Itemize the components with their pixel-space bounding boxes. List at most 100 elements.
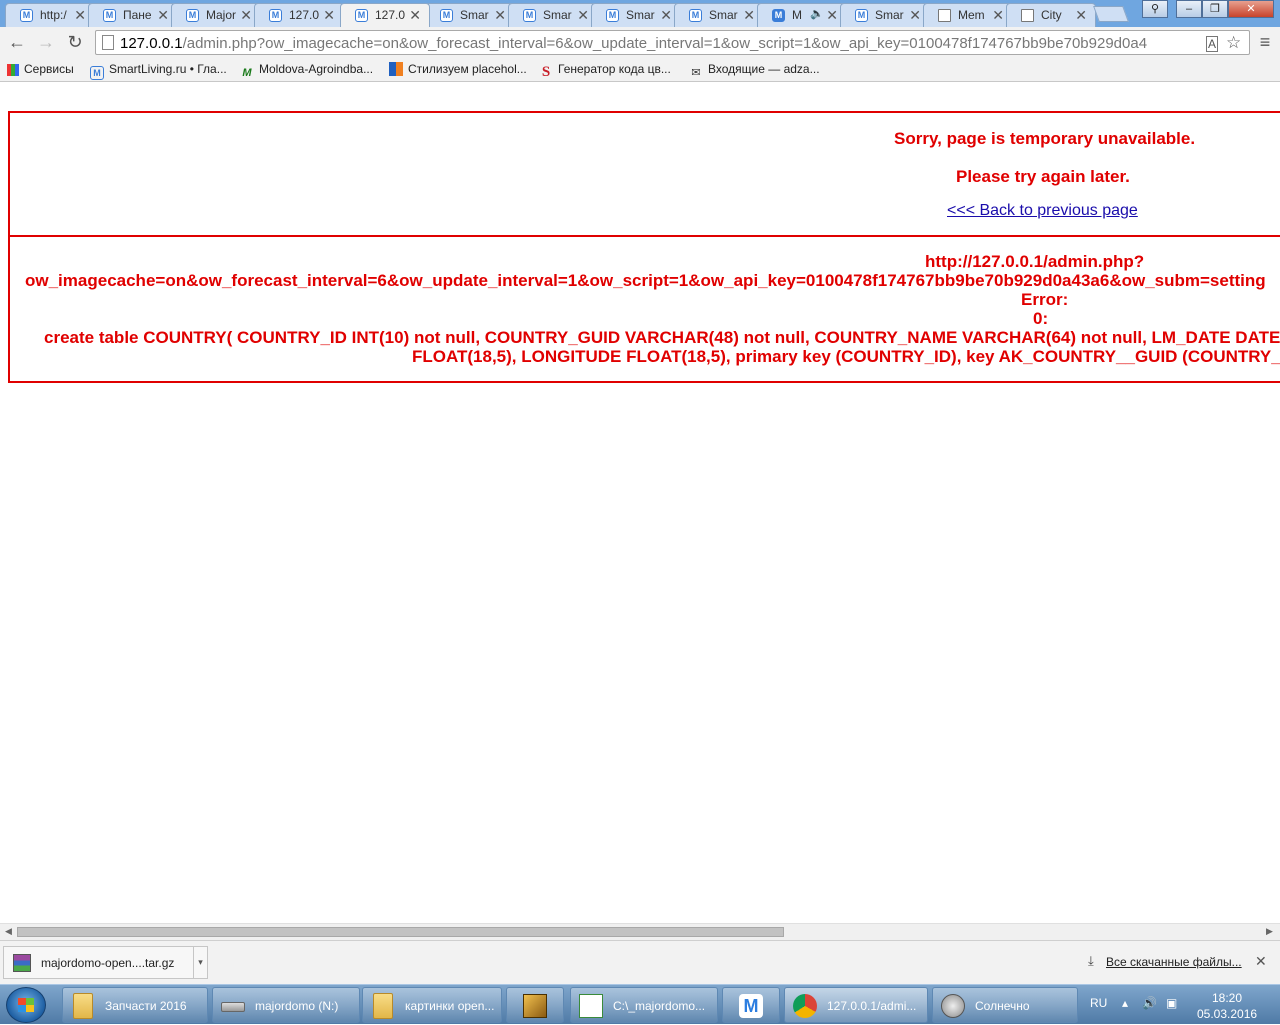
reload-icon[interactable]: ↻ bbox=[64, 32, 86, 54]
error-box-message: Sorry, page is temporary unavailable. Pl… bbox=[8, 111, 1280, 237]
url-text[interactable]: 127.0.0.1/admin.php?ow_imagecache=on&ow_… bbox=[120, 35, 1202, 53]
user-icon[interactable]: ⚲ bbox=[1142, 0, 1168, 18]
tab-title: Major bbox=[206, 8, 237, 22]
address-bar[interactable]: 127.0.0.1/admin.php?ow_imagecache=on&ow_… bbox=[95, 30, 1250, 55]
tab-2[interactable]: M Пане ✕ bbox=[88, 3, 178, 27]
notepad-icon bbox=[579, 994, 603, 1018]
volume-icon[interactable]: 🔊 bbox=[1142, 996, 1157, 1010]
tab-title: City bbox=[1041, 8, 1062, 22]
tab-7[interactable]: M Smar ✕ bbox=[508, 3, 598, 27]
tab-1[interactable]: M http:/ ✕ bbox=[5, 3, 95, 27]
close-window-button[interactable]: ✕ bbox=[1228, 0, 1274, 18]
download-item[interactable]: majordomo-open....tar.gz ▾ bbox=[3, 946, 208, 979]
bookmark-inbox[interactable]: ✉ Входящие — adza... bbox=[689, 62, 819, 79]
error-label: Error: bbox=[1021, 290, 1069, 309]
download-shelf: majordomo-open....tar.gz ▾ ⤓ Все скачанн… bbox=[0, 940, 1280, 984]
bookmark-label: SmartLiving.ru • Гла... bbox=[109, 62, 227, 76]
network-icon[interactable]: ▣ bbox=[1166, 996, 1177, 1010]
system-tray: RU ▴ 🔊 ▣ 18:20 05.03.2016 bbox=[1082, 985, 1280, 1025]
tab-9[interactable]: M Smar ✕ bbox=[674, 3, 764, 27]
close-icon[interactable]: ✕ bbox=[1255, 953, 1267, 970]
tab-11[interactable]: M Smar ✕ bbox=[840, 3, 930, 27]
folder-icon bbox=[73, 993, 93, 1019]
m-favicon-icon: M bbox=[689, 9, 702, 22]
tab-close-icon[interactable]: ✕ bbox=[743, 7, 755, 24]
apps-icon bbox=[7, 64, 19, 76]
app-icon bbox=[523, 994, 547, 1018]
bookmark-services[interactable]: Сервисы bbox=[7, 62, 74, 78]
scroll-left-icon[interactable]: ◀ bbox=[5, 926, 12, 937]
language-indicator[interactable]: RU bbox=[1090, 996, 1107, 1010]
minimize-button[interactable]: – bbox=[1176, 0, 1202, 18]
taskbar-item-majordomo[interactable]: M bbox=[722, 987, 780, 1023]
tab-10[interactable]: M M 🔈 ✕ bbox=[757, 3, 847, 27]
tab-close-icon[interactable]: ✕ bbox=[157, 7, 169, 24]
page-content: Sorry, page is temporary unavailable. Pl… bbox=[0, 83, 1280, 923]
m-favicon-icon: M bbox=[440, 9, 453, 22]
tab-title: Smar bbox=[709, 8, 738, 22]
translate-icon[interactable]: A bbox=[1206, 36, 1219, 52]
clock-date[interactable]: 05.03.2016 bbox=[1197, 1007, 1257, 1021]
scrollbar-thumb[interactable] bbox=[17, 927, 784, 937]
sql-line-2: FLOAT(18,5), LONGITUDE FLOAT(18,5), prim… bbox=[412, 347, 1280, 366]
tab-close-icon[interactable]: ✕ bbox=[323, 7, 335, 24]
tab-close-icon[interactable]: ✕ bbox=[826, 7, 838, 24]
bookmark-placeholder[interactable]: Стилизуем placehol... bbox=[389, 62, 527, 78]
taskbar-item-weather[interactable]: Солнечно bbox=[932, 987, 1078, 1023]
speaker-icon[interactable]: 🔈 bbox=[810, 7, 824, 20]
tab-close-icon[interactable]: ✕ bbox=[660, 7, 672, 24]
taskbar-label: Запчасти 2016 bbox=[105, 999, 187, 1013]
tab-12[interactable]: Mem ✕ bbox=[923, 3, 1013, 27]
new-tab-button[interactable] bbox=[1093, 6, 1129, 22]
bookmark-label: Генератор кода цв... bbox=[558, 62, 671, 76]
tab-close-icon[interactable]: ✕ bbox=[74, 7, 86, 24]
tab-13[interactable]: City ✕ bbox=[1006, 3, 1096, 27]
taskbar-label: Солнечно bbox=[975, 999, 1030, 1013]
scroll-right-icon[interactable]: ▶ bbox=[1266, 926, 1273, 937]
error-url-line-1: http://127.0.0.1/admin.php? bbox=[925, 252, 1145, 271]
back-to-previous-page-link[interactable]: <<< Back to previous page bbox=[947, 202, 1138, 220]
tab-close-icon[interactable]: ✕ bbox=[577, 7, 589, 24]
clock-time[interactable]: 18:20 bbox=[1212, 991, 1242, 1005]
start-button[interactable] bbox=[6, 987, 46, 1023]
download-icon: ⤓ bbox=[1088, 953, 1094, 968]
mail-icon: ✉ bbox=[691, 67, 701, 79]
download-filename: majordomo-open....tar.gz bbox=[41, 956, 175, 970]
tab-close-icon[interactable]: ✕ bbox=[240, 7, 252, 24]
taskbar-item-folder-images[interactable]: картинки open... bbox=[362, 987, 502, 1023]
tab-close-icon[interactable]: ✕ bbox=[1075, 7, 1087, 24]
chevron-up-icon[interactable]: ▴ bbox=[1122, 996, 1128, 1010]
taskbar-item-app[interactable] bbox=[506, 987, 564, 1023]
taskbar-item-notepad[interactable]: C:\_majordomo... bbox=[570, 987, 718, 1023]
bookmark-label: Стилизуем placehol... bbox=[408, 62, 527, 76]
tab-6[interactable]: M Smar ✕ bbox=[425, 3, 515, 27]
tab-close-icon[interactable]: ✕ bbox=[494, 7, 506, 24]
bookmark-smartliving[interactable]: M SmartLiving.ru • Гла... bbox=[90, 62, 227, 80]
url-host: 127.0.0.1 bbox=[120, 35, 183, 52]
tab-close-icon[interactable]: ✕ bbox=[992, 7, 1004, 24]
forward-arrow-icon[interactable]: → bbox=[35, 32, 57, 54]
all-downloads-link[interactable]: Все скачанные файлы... bbox=[1106, 955, 1242, 969]
document-icon bbox=[1021, 9, 1034, 22]
taskbar-item-folder-parts[interactable]: Запчасти 2016 bbox=[62, 987, 208, 1023]
taskbar-item-drive[interactable]: majordomo (N:) bbox=[212, 987, 360, 1023]
browser-toolbar: ← → ↻ 127.0.0.1/admin.php?ow_imagecache=… bbox=[0, 27, 1280, 58]
taskbar-item-chrome[interactable]: 127.0.0.1/admi... bbox=[784, 987, 928, 1023]
back-arrow-icon[interactable]: ← bbox=[6, 32, 28, 54]
m-favicon-icon: M bbox=[90, 66, 104, 80]
tab-8[interactable]: M Smar ✕ bbox=[591, 3, 681, 27]
menu-icon[interactable]: ≡ bbox=[1256, 32, 1274, 52]
tab-5-active[interactable]: M 127.0 ✕ bbox=[340, 3, 430, 27]
bookmark-moldova[interactable]: M Moldova-Agroindba... bbox=[240, 62, 373, 79]
chevron-down-icon[interactable]: ▾ bbox=[193, 947, 207, 978]
maximize-button[interactable]: ❐ bbox=[1202, 0, 1228, 18]
tab-3[interactable]: M Major ✕ bbox=[171, 3, 261, 27]
bookmark-color-generator[interactable]: S Генератор кода цв... bbox=[539, 62, 671, 80]
m-favicon-icon: M bbox=[523, 9, 536, 22]
tab-title: Smar bbox=[875, 8, 904, 22]
tab-4[interactable]: M 127.0 ✕ bbox=[254, 3, 344, 27]
star-icon[interactable]: ☆ bbox=[1226, 33, 1241, 53]
tab-close-icon[interactable]: ✕ bbox=[409, 7, 421, 24]
tab-close-icon[interactable]: ✕ bbox=[909, 7, 921, 24]
horizontal-scrollbar[interactable]: ◀ ▶ bbox=[0, 923, 1280, 940]
